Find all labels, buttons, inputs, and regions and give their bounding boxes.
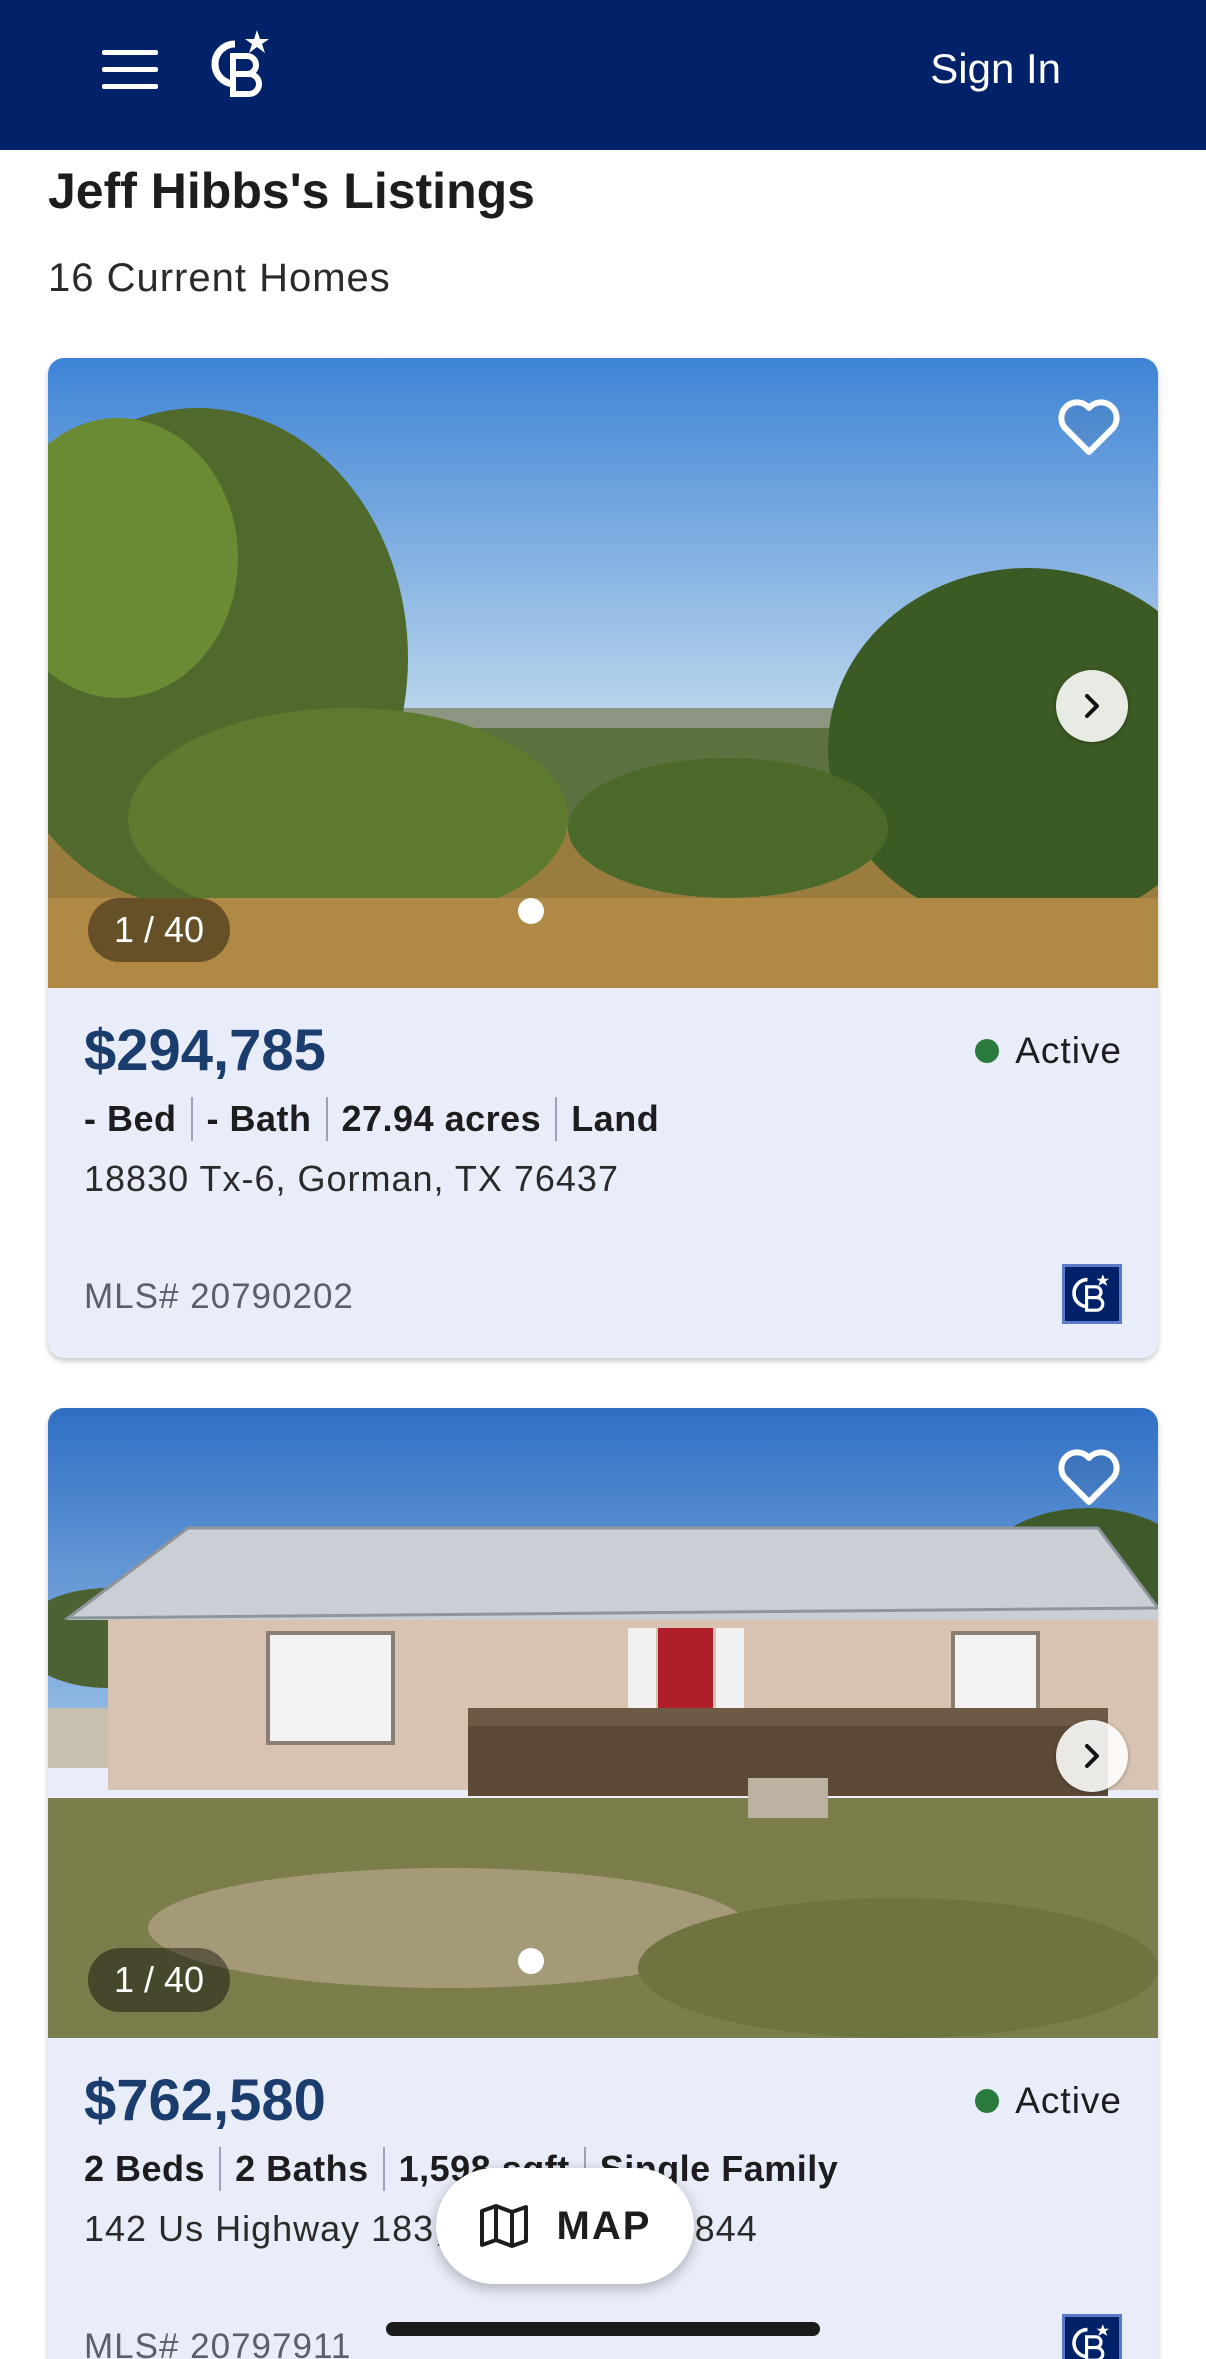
chevron-right-icon — [1085, 1744, 1099, 1768]
listing-address: 18830 Tx-6, Gorman, TX 76437 — [84, 1158, 619, 1199]
status-label: Active — [1015, 2080, 1122, 2121]
baths: 2 Baths — [235, 2148, 369, 2189]
active-status-dot — [975, 2089, 1000, 2113]
divider — [190, 1097, 193, 1141]
listing-photo[interactable]: 1 / 40 — [48, 1408, 1158, 2038]
status-badge: Active — [975, 1028, 1122, 1074]
carousel-dot — [518, 1948, 544, 1974]
coldwell-banker-logo[interactable] — [205, 30, 271, 106]
listing-photo[interactable]: 1 / 40 — [48, 358, 1158, 988]
map-button-label: MAP — [556, 2203, 652, 2248]
heart-icon[interactable] — [1056, 1448, 1122, 1508]
baths: - Bath — [206, 1098, 312, 1139]
map-button[interactable]: MAP — [436, 2168, 694, 2284]
property-type: Land — [571, 1098, 660, 1139]
map-icon — [479, 2204, 528, 2248]
menu-icon[interactable] — [102, 50, 158, 90]
coldwell-banker-badge-icon — [1062, 2314, 1122, 2359]
listing-count: 16 Current Homes — [48, 256, 391, 300]
mls-number: MLS# 20797911 — [84, 2327, 352, 2359]
listing-price: $294,785 — [84, 1018, 326, 1083]
sign-in-link[interactable]: Sign In — [930, 42, 1061, 96]
carousel-dot — [518, 898, 544, 924]
top-nav-bar: Sign In — [0, 0, 1206, 150]
next-photo-button[interactable] — [1056, 1720, 1128, 1792]
page-title: Jeff Hibbs's Listings — [48, 163, 535, 219]
status-badge: Active — [975, 2078, 1122, 2124]
home-indicator[interactable] — [386, 2322, 820, 2336]
next-photo-button[interactable] — [1056, 670, 1128, 742]
heart-icon[interactable] — [1056, 398, 1122, 458]
divider — [382, 2147, 385, 2191]
listing-specs: - Bed - Bath 27.94 acres Land — [84, 1096, 659, 1142]
status-label: Active — [1015, 1030, 1122, 1071]
coldwell-banker-badge-icon — [1062, 1264, 1122, 1324]
chevron-right-icon — [1085, 694, 1099, 718]
area: 27.94 acres — [341, 1098, 542, 1139]
divider — [325, 1097, 328, 1141]
photo-counter: 1 / 40 — [88, 898, 231, 962]
listing-card[interactable]: 1 / 40 $294,785 Active - Bed - Bath 27.9… — [48, 358, 1158, 1358]
beds: 2 Beds — [84, 2148, 206, 2189]
listing-price: $762,580 — [84, 2068, 326, 2133]
listing-info: $294,785 Active - Bed - Bath 27.94 acres… — [48, 988, 1158, 1358]
photo-counter: 1 / 40 — [88, 1948, 231, 2012]
mls-number: MLS# 20790202 — [84, 1277, 354, 1316]
beds: - Bed — [84, 1098, 177, 1139]
divider — [219, 2147, 222, 2191]
active-status-dot — [975, 1039, 1000, 1063]
divider — [555, 1097, 558, 1141]
